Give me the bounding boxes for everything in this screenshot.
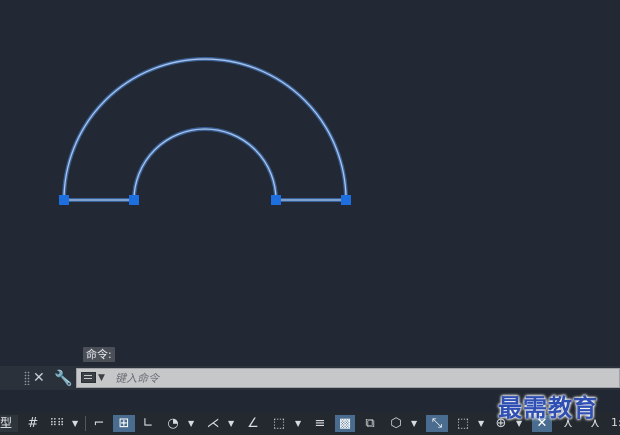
chevron-down-icon[interactable]: ▼	[188, 415, 194, 432]
command-prompt-tooltip: 命令:	[83, 347, 115, 362]
ortho-icon[interactable]: ∟	[139, 415, 157, 432]
command-history-icon[interactable]	[81, 372, 96, 383]
grip-point[interactable]	[59, 195, 69, 205]
isometric-icon[interactable]: ⋌	[203, 415, 223, 432]
command-input[interactable]	[115, 369, 595, 387]
chevron-down-icon[interactable]: ▼	[72, 415, 78, 432]
grip-point[interactable]	[271, 195, 281, 205]
arch-outline[interactable]	[63, 58, 347, 201]
grid-icon[interactable]: #	[24, 415, 42, 432]
infer-constraints-icon[interactable]: ⌐	[90, 415, 108, 432]
chevron-down-icon[interactable]: ▼	[478, 415, 484, 432]
arch-shape[interactable]	[59, 57, 351, 205]
chevron-down-icon[interactable]: ▼	[228, 415, 234, 432]
object-snap-tracking-icon[interactable]: ∠	[243, 415, 263, 432]
grip-point[interactable]	[129, 195, 139, 205]
watermark-logo: 最需教育	[498, 393, 598, 422]
dynamic-ucs-icon[interactable]: ⤡	[426, 415, 448, 432]
command-input-box: ▼	[76, 368, 620, 388]
3d-object-snap-icon[interactable]: ⬡	[385, 415, 407, 432]
selection-cycling-icon[interactable]: ⧉	[360, 415, 380, 432]
snap-grid-icon[interactable]: ⠿⠿	[46, 415, 68, 432]
chevron-down-icon[interactable]: ▼	[411, 415, 417, 432]
drag-grip-icon[interactable]	[24, 371, 30, 385]
object-snap-icon[interactable]: ⬚	[268, 415, 290, 432]
zoom-readout: 1:	[611, 416, 620, 429]
model-tab[interactable]: 模型	[0, 415, 18, 432]
snap-mode-icon[interactable]: ⊞	[113, 415, 135, 432]
drawing-canvas[interactable]	[0, 0, 620, 365]
separator	[85, 416, 86, 431]
grip-point[interactable]	[341, 195, 351, 205]
chevron-down-icon[interactable]: ▼	[98, 370, 105, 386]
customize-wrench-icon[interactable]: 🔧	[54, 368, 73, 388]
lineweight-icon[interactable]: ≡	[310, 415, 330, 432]
drawing-svg[interactable]	[0, 0, 620, 365]
polar-tracking-icon[interactable]: ◔	[162, 415, 184, 432]
selection-filter-icon[interactable]: ⬚	[452, 415, 474, 432]
transparency-icon[interactable]: ▩	[335, 415, 355, 432]
model-tab-label: 模型	[0, 416, 13, 430]
close-icon[interactable]: ✕	[33, 369, 45, 387]
command-line: ✕ 🔧 ▼	[0, 366, 620, 390]
chevron-down-icon[interactable]: ▼	[295, 415, 301, 432]
